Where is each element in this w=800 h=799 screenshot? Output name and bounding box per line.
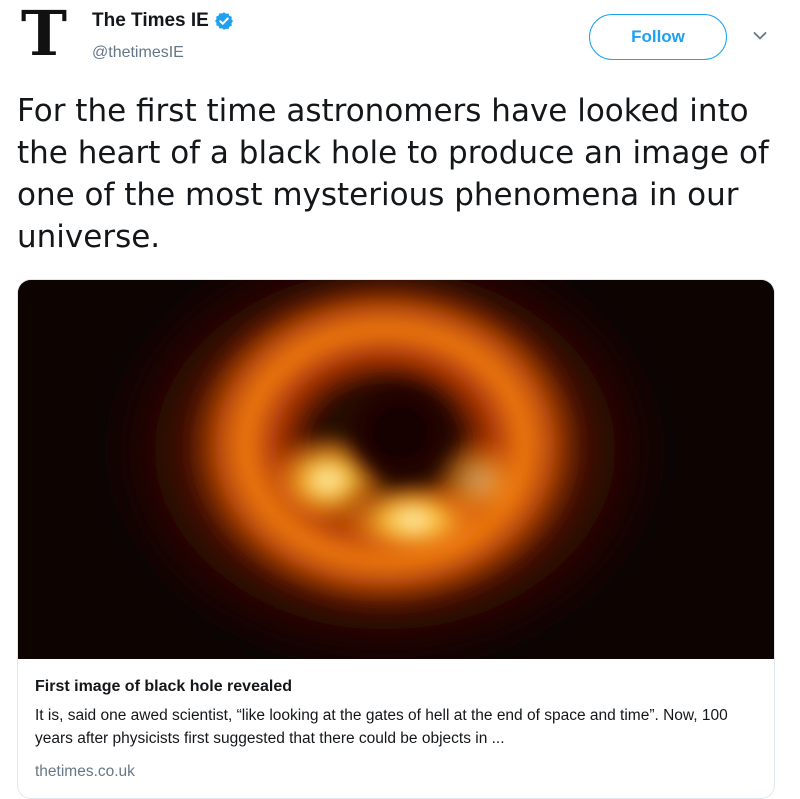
card-domain[interactable]: thetimes.co.uk xyxy=(35,763,135,781)
tweet-text: For the first time astronomers have look… xyxy=(17,93,769,255)
tweet-header: T The Times IE @thetimesIE Follow xyxy=(0,0,800,80)
account-handle[interactable]: @thetimesIE xyxy=(92,44,184,62)
card-title[interactable]: First image of black hole revealed xyxy=(35,678,292,696)
follow-button[interactable]: Follow xyxy=(589,14,727,60)
name-row: The Times IE xyxy=(92,10,234,32)
card-description: It is, said one awed scientist, “like lo… xyxy=(35,707,728,747)
card-image-black-hole[interactable] xyxy=(18,280,774,659)
link-card[interactable]: First image of black hole revealed It is… xyxy=(17,279,775,799)
verified-badge-icon xyxy=(214,12,233,30)
black-hole-image xyxy=(18,280,774,659)
display-name[interactable]: The Times IE xyxy=(92,10,209,32)
chevron-down-icon[interactable] xyxy=(752,28,768,44)
account-avatar-logo[interactable]: T xyxy=(18,2,70,66)
